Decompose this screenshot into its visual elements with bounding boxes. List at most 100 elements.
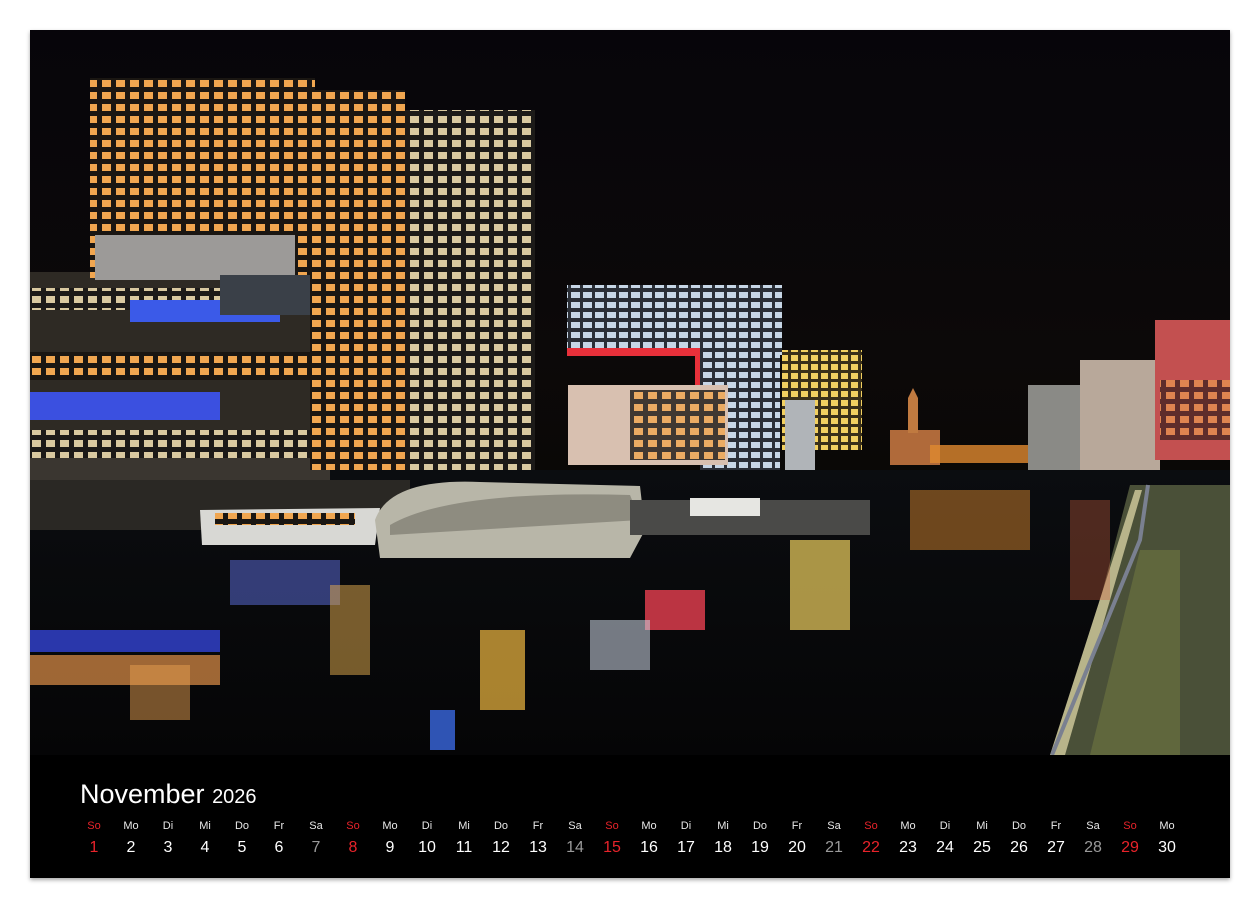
binding-hole — [321, 4, 328, 12]
binding-hole — [154, 4, 162, 12]
binding-hole — [1182, 4, 1190, 12]
day-cell: Do 12 — [481, 817, 521, 861]
day-number: 6 — [274, 839, 284, 856]
binding-hole — [173, 4, 180, 12]
binding-hole — [1127, 4, 1134, 12]
day-of-week-label: Di — [421, 820, 433, 832]
day-number: 20 — [788, 839, 806, 856]
day-number: 17 — [677, 839, 695, 856]
day-cell: So 1 — [74, 817, 114, 861]
binding-hole — [960, 4, 968, 12]
day-number: 27 — [1047, 839, 1065, 856]
binding-hole — [1164, 4, 1171, 12]
day-number: 22 — [862, 839, 880, 856]
day-number: 21 — [825, 839, 843, 856]
binding-hole — [886, 4, 894, 12]
day-cell: Mo 23 — [888, 817, 928, 861]
day-of-week-label: Mi — [717, 820, 729, 832]
binding-hole — [80, 4, 88, 12]
binding-hole — [487, 4, 495, 12]
day-number: 7 — [311, 839, 321, 856]
day-number: 3 — [163, 839, 173, 856]
day-cell: So 29 — [1110, 817, 1150, 861]
month-title: November 2026 — [80, 779, 257, 810]
binding-hole — [469, 4, 476, 12]
binding-hole — [117, 4, 125, 12]
day-cell: So 22 — [851, 817, 891, 861]
day-cell: Sa 7 — [296, 817, 336, 861]
day-of-week-label: Do — [493, 820, 509, 832]
binding-hole — [905, 4, 912, 12]
day-of-week-label: Sa — [568, 820, 582, 832]
binding-hole — [997, 4, 1005, 12]
day-number: 16 — [640, 839, 658, 856]
day-of-week-label: Mo — [382, 820, 398, 832]
day-number: 2 — [126, 839, 136, 856]
day-of-week-label: So — [346, 820, 360, 832]
binding-hole — [1108, 4, 1116, 12]
day-of-week-label: So — [1123, 820, 1137, 832]
binding-hole — [247, 4, 254, 12]
day-cell: Do 26 — [999, 817, 1039, 861]
day-number: 5 — [237, 839, 247, 856]
day-of-week-label: So — [864, 820, 878, 832]
day-number: 11 — [455, 839, 473, 856]
day-of-week-label: Fr — [1050, 820, 1062, 832]
day-of-week-label: Do — [752, 820, 768, 832]
day-cell: Mo 30 — [1147, 817, 1187, 861]
calendar-page: November 2026 So 1 Mo 2 Di 3 Mi 4 Do 5 Fr 6 Sa 7 So 8 Mo… — [30, 30, 1230, 878]
binding-hole — [302, 4, 310, 12]
day-cell: Sa 28 — [1073, 817, 1113, 861]
day-number: 23 — [899, 839, 917, 856]
binding-hole — [339, 4, 347, 12]
day-number: 19 — [751, 839, 769, 856]
day-cell: Fr 20 — [777, 817, 817, 861]
day-number: 26 — [1010, 839, 1028, 856]
day-of-week-label: Mo — [900, 820, 916, 832]
binding-hole — [506, 4, 513, 12]
day-number: 24 — [936, 839, 954, 856]
day-cell: Mo 2 — [111, 817, 151, 861]
binding-hole — [358, 4, 365, 12]
day-of-week-label: Fr — [273, 820, 285, 832]
day-cell: So 15 — [592, 817, 632, 861]
binding-hole — [942, 4, 949, 12]
day-cell: Di 3 — [148, 817, 188, 861]
binding-hole — [923, 4, 931, 12]
binding-hole — [757, 4, 764, 12]
binding-hole — [432, 4, 439, 12]
day-cell: Di 24 — [925, 817, 965, 861]
hanger-notch — [610, 0, 650, 17]
day-cell: Fr 13 — [518, 817, 558, 861]
binding-hole — [136, 4, 143, 12]
days-grid: So 1 Mo 2 Di 3 Mi 4 Do 5 Fr 6 Sa 7 So 8 Mo 9 Di 10 Mi 11 Do 12 F… — [75, 817, 1185, 867]
day-cell: Fr 27 — [1036, 817, 1076, 861]
day-cell: So 8 — [333, 817, 373, 861]
day-of-week-label: Di — [680, 820, 692, 832]
day-cell: Mi 11 — [444, 817, 484, 861]
binding-hole — [265, 4, 273, 12]
day-of-week-label: Di — [939, 820, 951, 832]
binding-hole — [683, 4, 690, 12]
binding-hole — [794, 4, 801, 12]
day-number: 8 — [348, 839, 358, 856]
day-cell: Sa 21 — [814, 817, 854, 861]
day-cell: Mo 9 — [370, 817, 410, 861]
day-cell: Do 5 — [222, 817, 262, 861]
binding-hole — [1016, 4, 1023, 12]
day-of-week-label: Mo — [641, 820, 657, 832]
binding-hole — [701, 4, 709, 12]
binding-hole — [1071, 4, 1079, 12]
day-of-week-label: Mo — [1159, 820, 1175, 832]
day-of-week-label: Mi — [976, 820, 988, 832]
binding-hole — [738, 4, 746, 12]
binding-hole — [524, 4, 532, 12]
day-number: 29 — [1121, 839, 1139, 856]
night-harbor-photo — [30, 30, 1230, 755]
binding-hole — [543, 4, 550, 12]
day-of-week-label: So — [605, 820, 619, 832]
day-of-week-label: Do — [234, 820, 250, 832]
day-cell: Sa 14 — [555, 817, 595, 861]
day-number: 4 — [200, 839, 210, 856]
binding-hole — [1053, 4, 1060, 12]
